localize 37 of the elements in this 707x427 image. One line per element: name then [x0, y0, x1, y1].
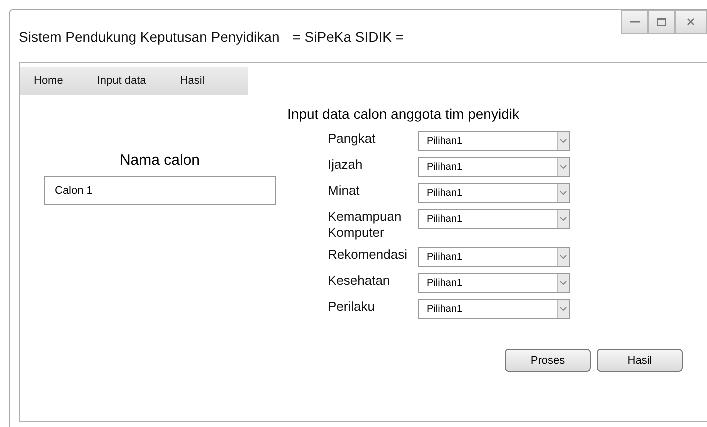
field-label: Perilaku [328, 299, 376, 315]
field-label: Kesehatan [328, 273, 392, 289]
dropdown[interactable]: Pilihan1 [418, 183, 570, 203]
name-input[interactable]: Calon 1 [44, 176, 276, 205]
dropdown-value: Pilihan1 [427, 304, 463, 314]
minimize-icon [630, 21, 640, 23]
field-label: Ijazah [328, 157, 364, 173]
dropdown[interactable]: Pilihan1 [418, 299, 570, 319]
field-label: Pangkat [328, 131, 377, 147]
app-name: = SiPeKa SIDIK = [292, 29, 404, 45]
form-heading: Input data calon anggota tim penyidik [286, 106, 520, 122]
dropdown[interactable]: Pilihan1 [418, 157, 570, 177]
dropdown-value: Pilihan1 [427, 252, 463, 262]
field-label: Rekomendasi [328, 247, 408, 263]
window-title: Sistem Pendukung Keputusan Penyidikan [19, 29, 280, 45]
dropdown-value: Pilihan1 [427, 136, 463, 146]
field-label: Kemampuan Komputer [328, 209, 403, 241]
maximize-button[interactable] [648, 10, 675, 34]
close-icon [687, 18, 695, 26]
minimize-button[interactable] [621, 10, 648, 34]
menu-item[interactable]: Hasil [180, 75, 205, 87]
dropdown[interactable]: Pilihan1 [418, 131, 570, 151]
dropdown[interactable]: Pilihan1 [418, 247, 570, 267]
action-button[interactable]: Hasil [597, 349, 683, 372]
maximize-icon [656, 17, 666, 27]
dropdown-value: Pilihan1 [427, 188, 463, 198]
menu-item[interactable]: Input data [97, 75, 146, 87]
field-label: Minat [328, 183, 361, 199]
dropdown-value: Pilihan1 [427, 278, 463, 288]
dropdown-value: Pilihan1 [427, 214, 463, 224]
dropdown-value: Pilihan1 [427, 162, 463, 172]
name-label: Nama calon [118, 152, 202, 169]
menu-item[interactable]: Home [34, 75, 64, 87]
action-button[interactable]: Proses [505, 349, 591, 372]
dropdown[interactable]: Pilihan1 [418, 273, 570, 293]
dropdown[interactable]: Pilihan1 [418, 209, 570, 229]
close-button[interactable] [675, 10, 707, 34]
